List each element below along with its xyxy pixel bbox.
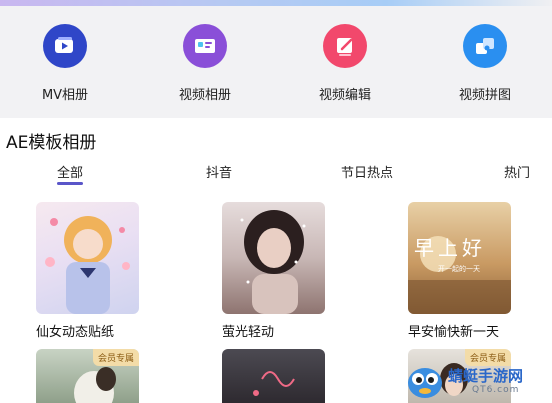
category-tabs: 全部 抖音 节日热点 热门: [0, 162, 552, 190]
mv-album-label: MV相册: [41, 88, 89, 103]
mv-album-icon: [43, 24, 87, 68]
video-album-button[interactable]: 视频相册: [160, 24, 250, 103]
template-thumbnail-vip-1[interactable]: 会员专属: [36, 349, 139, 403]
template-thumbnail-fairy-sticker[interactable]: [36, 202, 139, 314]
feature-shortcuts: MV相册 视频相册 视频编辑 视频拼图: [0, 6, 552, 110]
template-thumbnail-firefly[interactable]: [222, 202, 325, 314]
video-album-label: 视频相册: [178, 88, 231, 103]
video-edit-button[interactable]: 视频编辑: [300, 24, 390, 103]
video-puzzle-icon: [463, 24, 507, 68]
template-thumbnail-neon[interactable]: [222, 349, 325, 403]
template-title: 早安愉快新一天: [408, 325, 500, 340]
watermark-url: QT6.com: [472, 385, 520, 395]
template-thumbnail-good-morning[interactable]: 早上好 开一起的一天: [408, 202, 511, 314]
template-title: 萤光轻动: [222, 325, 275, 340]
video-edit-label: 视频编辑: [318, 88, 371, 103]
site-watermark: 蜻蜓手游网 QT6.com: [400, 361, 550, 401]
video-puzzle-button[interactable]: 视频拼图: [440, 24, 530, 103]
dragonfly-logo-icon: [408, 368, 442, 398]
video-album-icon: [183, 24, 227, 68]
tab-all[interactable]: 全部: [57, 162, 83, 181]
mv-album-button[interactable]: MV相册: [20, 24, 110, 103]
template-title: 仙女动态贴纸: [36, 325, 115, 340]
active-tab-indicator: [57, 182, 83, 185]
thumbnail-overlay-subtext: 开一起的一天: [438, 265, 480, 273]
video-edit-icon: [323, 24, 367, 68]
video-puzzle-label: 视频拼图: [458, 88, 511, 103]
tab-douyin[interactable]: 抖音: [206, 162, 232, 181]
tab-popular[interactable]: 热门: [504, 162, 530, 181]
section-title: AE模板相册: [6, 133, 97, 153]
vip-badge: 会员专属: [92, 349, 139, 366]
tab-festival-hotspot[interactable]: 节日热点: [341, 162, 393, 181]
watermark-text: 蜻蜓手游网: [448, 367, 524, 385]
thumbnail-overlay-text: 早上好: [414, 236, 486, 260]
